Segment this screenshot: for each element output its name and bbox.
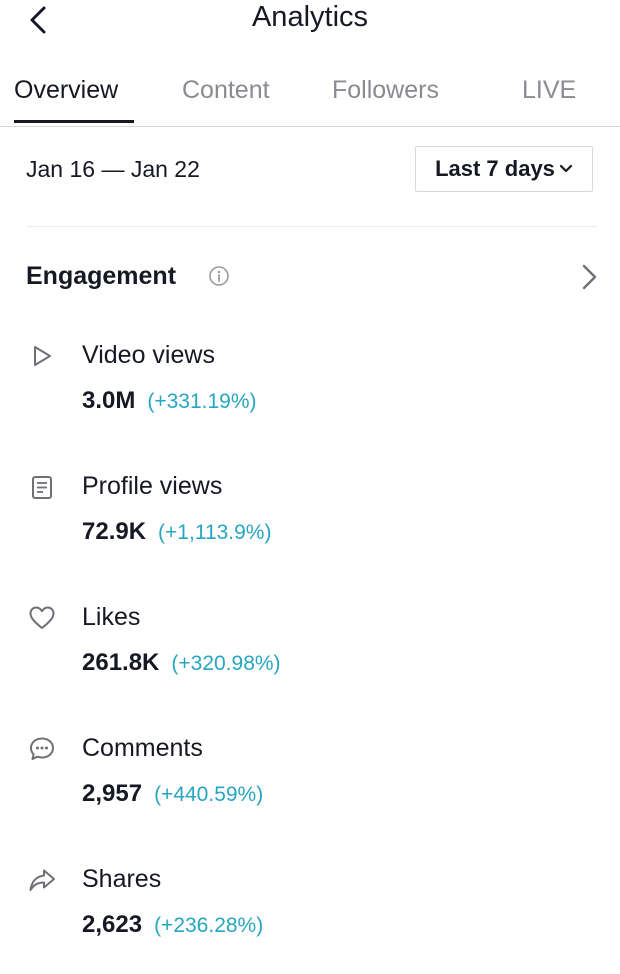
tab-overview[interactable]: Overview [14, 75, 118, 105]
chevron-right-icon[interactable] [574, 262, 604, 292]
metric-label: Shares [82, 865, 162, 893]
divider [26, 226, 598, 227]
metric-value: 261.8K (+320.98%) [82, 648, 281, 679]
metric-label: Video views [82, 341, 215, 369]
heart-icon [29, 606, 55, 629]
date-range-label: Jan 16 — Jan 22 [26, 156, 200, 182]
date-range-dropdown[interactable]: Last 7 days [415, 146, 593, 192]
metric-value-number: 2,623 [82, 911, 143, 938]
comment-icon [30, 737, 54, 760]
metric-value-number: 3.0M [82, 387, 136, 414]
metric-value-number: 261.8K [82, 649, 160, 676]
metric-likes: Likes 261.8K (+320.98%) [0, 602, 620, 712]
metric-value: 2,623 (+236.28%) [82, 910, 263, 941]
active-tab-indicator [14, 120, 134, 123]
share-icon [29, 869, 55, 891]
page-title: Analytics [251, 1, 369, 33]
metric-value: 72.9K (+1,113.9%) [82, 517, 271, 548]
tab-followers[interactable]: Followers [332, 75, 439, 105]
metric-label: Comments [82, 734, 203, 762]
chevron-down-icon [559, 164, 573, 173]
metric-value: 3.0M (+331.19%) [82, 386, 257, 417]
metric-label: Profile views [82, 472, 223, 500]
play-icon [34, 346, 51, 366]
metric-change: (+236.28%) [154, 914, 264, 937]
metric-change: (+331.19%) [147, 390, 257, 413]
metric-video-views: Video views 3.0M (+331.19%) [0, 340, 620, 450]
header-bar: Analytics [0, 0, 620, 40]
metric-change: (+320.98%) [171, 652, 281, 675]
date-range-dropdown-label: Last 7 days [435, 156, 555, 181]
metric-change: (+440.59%) [154, 783, 264, 806]
metric-value-number: 72.9K [82, 518, 147, 545]
tab-live[interactable]: LIVE [522, 75, 576, 105]
tab-bar: Overview Content Followers LIVE [0, 72, 620, 127]
metric-value: 2,957 (+440.59%) [82, 779, 263, 810]
metric-label: Likes [82, 603, 141, 631]
engagement-section-title: Engagement [26, 262, 177, 290]
metric-change: (+1,113.9%) [158, 521, 272, 544]
metric-shares: Shares 2,623 (+236.28%) [0, 864, 620, 974]
metric-profile-views: Profile views 72.9K (+1,113.9%) [0, 471, 620, 581]
tab-content[interactable]: Content [182, 75, 270, 105]
profile-doc-icon [32, 476, 52, 499]
info-icon[interactable] [208, 265, 230, 287]
metric-value-number: 2,957 [82, 780, 143, 807]
metric-comments: Comments 2,957 (+440.59%) [0, 733, 620, 843]
